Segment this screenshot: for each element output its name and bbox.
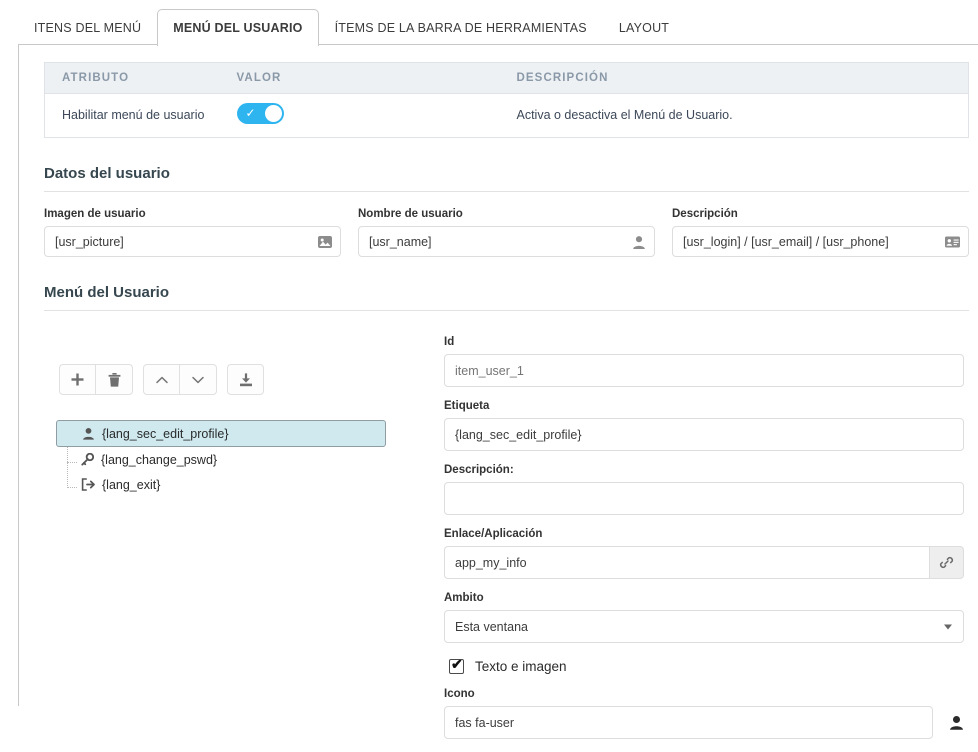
label-id: Id xyxy=(444,336,964,348)
user-menu-tree: {lang_sec_edit_profile} {lang_change_psw… xyxy=(59,420,422,497)
user-icon xyxy=(949,715,964,730)
attribute-description: Activa o desactiva el Menú de Usuario. xyxy=(500,94,969,138)
field-nombre-usuario: Nombre de usuario xyxy=(358,208,655,257)
menu-tree-column: {lang_sec_edit_profile} {lang_change_psw… xyxy=(44,336,422,752)
enlace-input-group xyxy=(444,546,964,579)
texto-e-imagen-checkbox[interactable]: ✔ xyxy=(449,659,464,674)
button-group-move xyxy=(143,364,217,395)
input-wrap-descripcion-usuario xyxy=(672,226,969,257)
user-data-fields: Imagen de usuario Nombre de usuario Desc… xyxy=(44,208,969,257)
texto-e-imagen-row: ✔ Texto e imagen xyxy=(449,659,964,674)
column-header-atributo: ATRIBUTO xyxy=(45,63,220,94)
link-icon[interactable] xyxy=(929,546,964,579)
label-descripcion-usuario: Descripción xyxy=(672,208,969,220)
move-down-button[interactable] xyxy=(180,364,217,395)
id-input[interactable] xyxy=(444,354,964,387)
user-icon xyxy=(632,235,646,249)
tab-itens-del-menu[interactable]: ITENS DEL MENÚ xyxy=(18,9,157,46)
field-id: Id xyxy=(444,336,964,387)
ambito-select-wrap xyxy=(444,610,964,643)
tree-item-edit-profile[interactable]: {lang_sec_edit_profile} xyxy=(56,420,386,447)
ambito-select[interactable] xyxy=(444,610,964,643)
field-enlace-aplicacion: Enlace/Aplicación xyxy=(444,528,964,579)
check-icon: ✔ xyxy=(451,656,463,673)
tab-menu-del-usuario[interactable]: MENÚ DEL USUARIO xyxy=(157,9,318,46)
table-body: Habilitar menú de usuario ✓ Activa o des… xyxy=(45,94,969,138)
label-etiqueta: Etiqueta xyxy=(444,400,964,412)
menu-editor: {lang_sec_edit_profile} {lang_change_psw… xyxy=(44,336,974,752)
label-nombre-usuario: Nombre de usuario xyxy=(358,208,655,220)
table-row: Habilitar menú de usuario ✓ Activa o des… xyxy=(45,94,969,138)
tab-layout[interactable]: LAYOUT xyxy=(603,9,685,46)
item-properties-form: Id Etiqueta Descripción: Enlace/Aplicaci… xyxy=(444,336,964,752)
tab-panel: ATRIBUTO VALOR DESCRIPCIÓN Habilitar men… xyxy=(18,44,978,706)
label-descripcion: Descripción: xyxy=(444,464,964,476)
check-icon: ✓ xyxy=(246,103,256,124)
field-ambito: Ambito xyxy=(444,592,964,643)
section-heading-menu-usuario: Menú del Usuario xyxy=(44,284,969,311)
icono-row xyxy=(444,706,964,739)
label-icono: Icono xyxy=(444,688,964,700)
label-enlace-aplicacion: Enlace/Aplicación xyxy=(444,528,964,540)
tree-item-exit[interactable]: {lang_exit} xyxy=(59,472,422,497)
attribute-value: ✓ xyxy=(220,94,500,138)
texto-e-imagen-label: Texto e imagen xyxy=(475,659,567,674)
panel-content: ATRIBUTO VALOR DESCRIPCIÓN Habilitar men… xyxy=(19,45,978,707)
sign-out-icon xyxy=(81,478,95,491)
field-descripcion-usuario: Descripción xyxy=(672,208,969,257)
move-up-button[interactable] xyxy=(143,364,180,395)
column-header-descripcion: DESCRIPCIÓN xyxy=(500,63,969,94)
button-group-add-delete xyxy=(59,364,133,395)
tree-item-change-password[interactable]: {lang_change_pswd} xyxy=(59,447,422,472)
descripcion-usuario-input[interactable] xyxy=(672,226,969,257)
chevron-down-icon xyxy=(944,624,952,629)
add-button[interactable] xyxy=(59,364,96,395)
tree-toolbar xyxy=(59,364,422,395)
key-icon xyxy=(81,453,94,466)
column-header-valor: VALOR xyxy=(220,63,500,94)
field-etiqueta: Etiqueta xyxy=(444,400,964,451)
import-button[interactable] xyxy=(227,364,264,395)
input-wrap-nombre-usuario xyxy=(358,226,655,257)
field-descripcion: Descripción: xyxy=(444,464,964,515)
tree-item-label: {lang_change_pswd} xyxy=(101,453,217,467)
label-ambito: Ambito xyxy=(444,592,964,604)
button-group-import xyxy=(227,364,264,395)
imagen-usuario-input[interactable] xyxy=(44,226,341,257)
attributes-table: ATRIBUTO VALOR DESCRIPCIÓN Habilitar men… xyxy=(44,62,969,138)
enable-user-menu-toggle[interactable]: ✓ xyxy=(237,103,284,124)
tab-items-barra-herramientas[interactable]: ÍTEMS DE LA BARRA DE HERRAMIENTAS xyxy=(319,9,603,46)
label-imagen-usuario: Imagen de usuario xyxy=(44,208,341,220)
etiqueta-input[interactable] xyxy=(444,418,964,451)
field-imagen-usuario: Imagen de usuario xyxy=(44,208,341,257)
input-wrap-imagen-usuario xyxy=(44,226,341,257)
id-card-icon xyxy=(945,236,960,247)
tree-item-label: {lang_exit} xyxy=(102,478,160,492)
icono-input[interactable] xyxy=(444,706,933,739)
descripcion-input[interactable] xyxy=(444,482,964,515)
field-icono: Icono xyxy=(444,688,964,739)
table-header: ATRIBUTO VALOR DESCRIPCIÓN xyxy=(45,63,969,94)
tree-item-label: {lang_sec_edit_profile} xyxy=(102,427,229,441)
table-header-row: ATRIBUTO VALOR DESCRIPCIÓN xyxy=(45,63,969,94)
section-heading-datos-usuario: Datos del usuario xyxy=(44,165,969,192)
image-icon xyxy=(318,236,332,248)
attribute-name: Habilitar menú de usuario xyxy=(45,94,220,138)
enlace-input[interactable] xyxy=(444,546,929,579)
tab-bar: ITENS DEL MENÚ MENÚ DEL USUARIO ÍTEMS DE… xyxy=(0,0,978,45)
user-icon xyxy=(82,427,95,440)
toggle-knob xyxy=(265,105,282,122)
delete-button[interactable] xyxy=(96,364,133,395)
nombre-usuario-input[interactable] xyxy=(358,226,655,257)
